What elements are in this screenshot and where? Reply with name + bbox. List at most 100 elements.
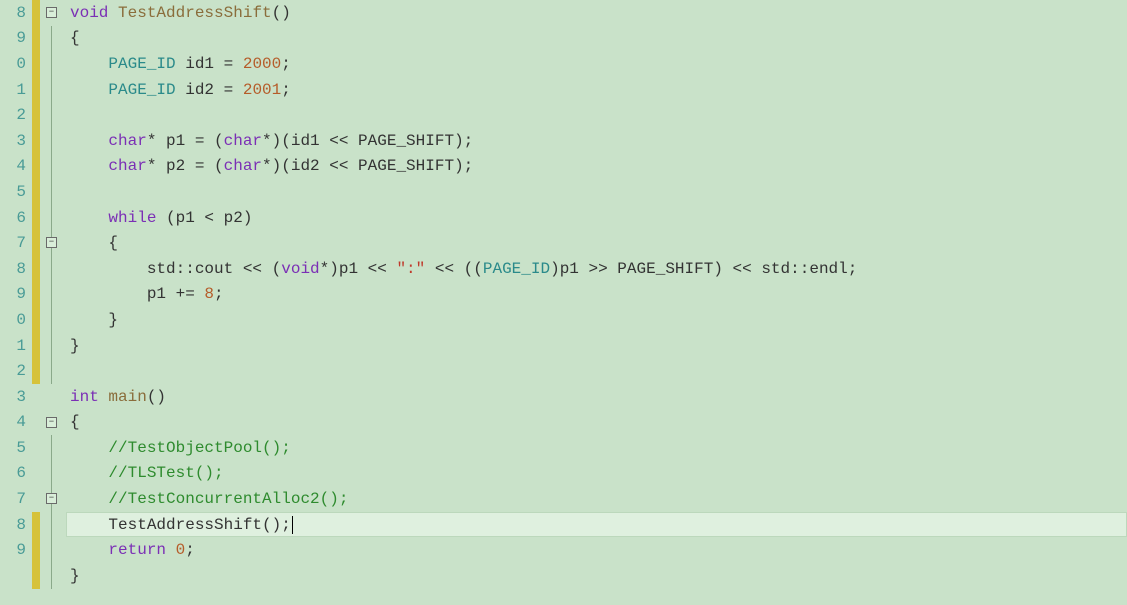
change-bar [36, 51, 40, 77]
fold-guide-line [51, 179, 52, 205]
fold-guide-line [51, 563, 52, 589]
change-bar [36, 282, 40, 308]
fold-guide-line [51, 51, 52, 77]
code-line[interactable]: char* p1 = (char*)(id1 << PAGE_SHIFT); [66, 128, 1127, 154]
fold-guide-line [51, 256, 52, 282]
code-text[interactable]: int main() [66, 388, 166, 406]
code-line[interactable]: //TestConcurrentAlloc2(); [66, 486, 1127, 512]
code-text[interactable]: //TestObjectPool(); [66, 439, 291, 457]
code-text[interactable]: char* p1 = (char*)(id1 << PAGE_SHIFT); [66, 132, 473, 150]
code-text[interactable]: PAGE_ID id1 = 2000; [66, 55, 291, 73]
code-line[interactable] [66, 102, 1127, 128]
change-bar [36, 512, 40, 538]
margin-cell [32, 256, 66, 282]
fold-toggle-icon[interactable] [46, 7, 57, 18]
code-line[interactable]: void TestAddressShift() [66, 0, 1127, 26]
code-line[interactable]: //TestObjectPool(); [66, 435, 1127, 461]
code-line[interactable]: PAGE_ID id2 = 2001; [66, 77, 1127, 103]
line-number: 4 [0, 154, 32, 180]
line-number: 2 [0, 358, 32, 384]
line-number: 6 [0, 461, 32, 487]
margin-cell [32, 282, 66, 308]
margin-cell [32, 26, 66, 52]
code-line[interactable]: } [66, 307, 1127, 333]
margin-cell [32, 230, 66, 256]
code-text[interactable]: std::cout << (void*)p1 << ":" << ((PAGE_… [66, 260, 857, 278]
code-editor[interactable]: void TestAddressShift() { PAGE_ID id1 = 2… [66, 0, 1127, 605]
code-line[interactable]: p1 += 8; [66, 282, 1127, 308]
code-line[interactable]: { [66, 410, 1127, 436]
code-text[interactable]: { [66, 413, 80, 431]
fold-guide-line [51, 128, 52, 154]
margin-cell [32, 384, 66, 410]
margin-cell [32, 51, 66, 77]
code-text[interactable]: PAGE_ID id2 = 2001; [66, 81, 291, 99]
margin-cell [32, 486, 66, 512]
code-line[interactable]: } [66, 563, 1127, 589]
line-number: 3 [0, 384, 32, 410]
change-bar [36, 154, 40, 180]
margin-cell [32, 102, 66, 128]
code-line[interactable]: //TLSTest(); [66, 461, 1127, 487]
fold-guide-line [51, 512, 52, 538]
code-line[interactable]: char* p2 = (char*)(id2 << PAGE_SHIFT); [66, 154, 1127, 180]
code-text[interactable]: TestAddressShift(); [66, 516, 293, 534]
margin-cell [32, 435, 66, 461]
change-bar [36, 179, 40, 205]
code-line[interactable]: PAGE_ID id1 = 2000; [66, 51, 1127, 77]
fold-guide-line [51, 154, 52, 180]
fold-guide-line [51, 358, 52, 384]
change-bar [36, 230, 40, 256]
code-text[interactable]: { [66, 234, 118, 252]
line-number: 2 [0, 102, 32, 128]
code-line[interactable]: while (p1 < p2) [66, 205, 1127, 231]
fold-toggle-icon[interactable] [46, 237, 57, 248]
line-number: 9 [0, 26, 32, 52]
fold-toggle-icon[interactable] [46, 493, 57, 504]
margin-cell [32, 205, 66, 231]
fold-guide-line [51, 435, 52, 461]
code-line[interactable]: TestAddressShift(); [66, 512, 1127, 538]
line-number: 1 [0, 77, 32, 103]
code-text[interactable]: } [66, 567, 80, 585]
margin-cell [32, 563, 66, 589]
code-text[interactable]: //TLSTest(); [66, 464, 224, 482]
code-line[interactable]: std::cout << (void*)p1 << ":" << ((PAGE_… [66, 256, 1127, 282]
line-number: 4 [0, 410, 32, 436]
code-line[interactable]: { [66, 26, 1127, 52]
margin-cell [32, 537, 66, 563]
code-text[interactable]: } [66, 311, 118, 329]
line-number: 0 [0, 51, 32, 77]
code-line[interactable]: return 0; [66, 537, 1127, 563]
code-text[interactable]: } [66, 337, 80, 355]
fold-guide-line [51, 282, 52, 308]
code-line[interactable]: } [66, 333, 1127, 359]
line-number: 8 [0, 0, 32, 26]
change-bar [36, 537, 40, 563]
change-bar [36, 563, 40, 589]
fold-guide-line [51, 205, 52, 231]
code-text[interactable]: p1 += 8; [66, 285, 224, 303]
change-bar [36, 102, 40, 128]
code-text[interactable]: //TestConcurrentAlloc2(); [66, 490, 348, 508]
code-text[interactable]: while (p1 < p2) [66, 209, 252, 227]
change-bar [36, 0, 40, 26]
fold-guide-line [51, 77, 52, 103]
code-line[interactable] [66, 179, 1127, 205]
margin-cell [32, 461, 66, 487]
fold-toggle-icon[interactable] [46, 417, 57, 428]
margin-cell [32, 154, 66, 180]
code-text[interactable]: void TestAddressShift() [66, 4, 291, 22]
margin-cell [32, 307, 66, 333]
code-line[interactable]: int main() [66, 384, 1127, 410]
code-line[interactable] [66, 358, 1127, 384]
margin-cell [32, 512, 66, 538]
code-text[interactable]: return 0; [66, 541, 195, 559]
line-number: 5 [0, 435, 32, 461]
line-number: 0 [0, 307, 32, 333]
code-text[interactable]: { [66, 29, 80, 47]
code-text[interactable]: char* p2 = (char*)(id2 << PAGE_SHIFT); [66, 157, 473, 175]
text-caret [292, 516, 293, 534]
code-line[interactable]: { [66, 230, 1127, 256]
line-number: 8 [0, 256, 32, 282]
